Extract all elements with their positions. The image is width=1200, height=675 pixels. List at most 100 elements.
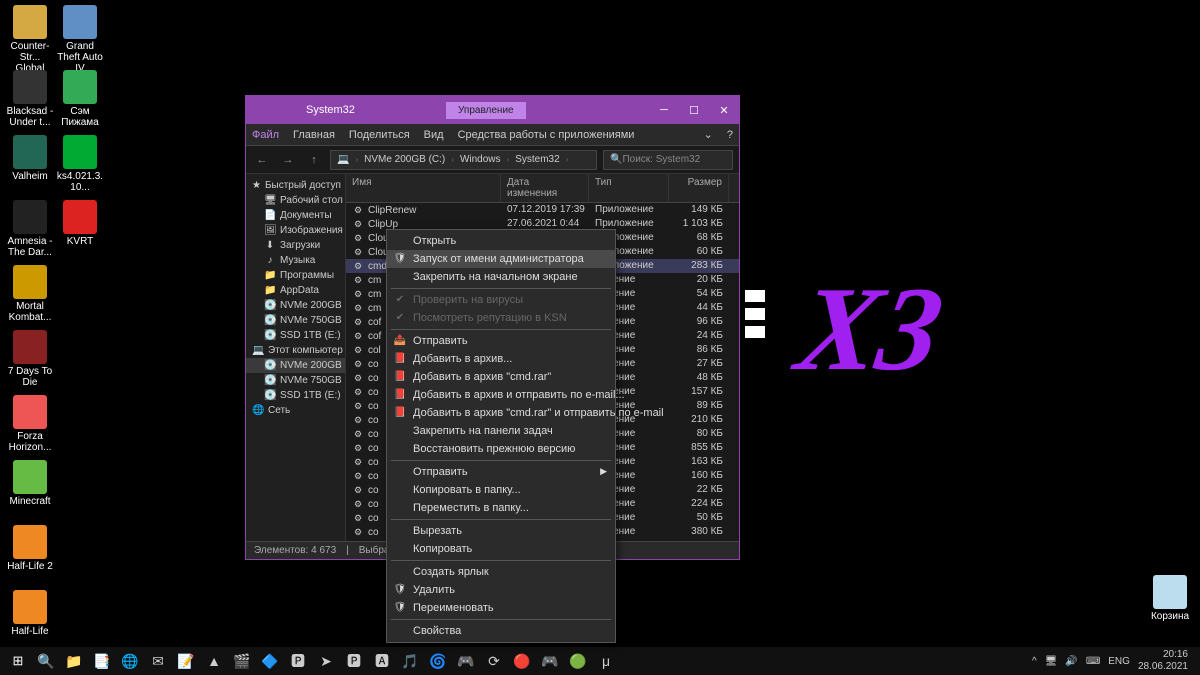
taskbar-item[interactable]: 🟢: [564, 647, 592, 675]
desktop-icon[interactable]: Forza Horizon...: [5, 395, 55, 453]
titlebar[interactable]: System32 Управление ─ ☐ ✕: [246, 96, 739, 124]
taskbar-item[interactable]: 🎬: [228, 647, 256, 675]
desktop-icon[interactable]: Blacksad - Under t...: [5, 70, 55, 128]
desktop-icon[interactable]: Сэм Пижама: [55, 70, 105, 128]
tray-sound-icon[interactable]: 🔊: [1065, 656, 1077, 667]
ribbon-share[interactable]: Поделиться: [349, 129, 410, 141]
col-type[interactable]: Тип: [589, 174, 669, 202]
context-menu-item[interactable]: 📕Добавить в архив и отправить по e-mail.…: [387, 386, 615, 404]
sidebar-item[interactable]: 📁Программы: [246, 268, 345, 283]
desktop-icon[interactable]: Grand Theft Auto IV: [55, 5, 105, 74]
taskbar-item[interactable]: ✉: [144, 647, 172, 675]
sidebar-item[interactable]: 💽NVMe 200GB (C:): [246, 358, 345, 373]
context-menu-item[interactable]: Копировать в папку...: [387, 481, 615, 499]
ribbon-expand-icon[interactable]: ⌄: [704, 128, 713, 141]
context-menu-item[interactable]: 📤Отправить: [387, 332, 615, 350]
context-menu-item[interactable]: Восстановить прежнюю версию: [387, 440, 615, 458]
taskbar-item[interactable]: ▲: [200, 647, 228, 675]
taskbar-item[interactable]: 🌐: [116, 647, 144, 675]
taskbar-item[interactable]: 📑: [88, 647, 116, 675]
nav-forward-icon[interactable]: →: [278, 150, 298, 170]
context-menu-item[interactable]: 📕Добавить в архив...: [387, 350, 615, 368]
taskbar-item[interactable]: 🔍: [32, 647, 60, 675]
taskbar-item[interactable]: ➤: [312, 647, 340, 675]
maximize-button[interactable]: ☐: [679, 96, 709, 124]
desktop-icon[interactable]: KVRT: [55, 200, 105, 247]
ribbon-help-icon[interactable]: ?: [727, 129, 733, 141]
context-menu-item[interactable]: Свойства: [387, 622, 615, 640]
tray-chevron-icon[interactable]: ^: [1032, 656, 1037, 667]
desktop-icon[interactable]: Mortal Kombat...: [5, 265, 55, 323]
ribbon-home[interactable]: Главная: [293, 129, 335, 141]
taskbar-item[interactable]: 🅰: [368, 647, 396, 675]
context-menu-item[interactable]: Переместить в папку...: [387, 499, 615, 517]
context-menu-item[interactable]: Открыть: [387, 232, 615, 250]
sidebar-item[interactable]: ♪Музыка: [246, 253, 345, 268]
context-menu-item[interactable]: 🛡Переименовать: [387, 599, 615, 617]
sidebar-item[interactable]: 💽NVMe 200GB (C: ✖: [246, 298, 345, 313]
breadcrumb[interactable]: 💻› NVMe 200GB (C:)› Windows› System32›: [330, 150, 597, 170]
context-menu-item[interactable]: 🛡Запуск от имени администратора: [387, 250, 615, 268]
context-menu-item[interactable]: Вырезать: [387, 522, 615, 540]
clock[interactable]: 20:16 28.06.2021: [1138, 649, 1188, 673]
desktop-icon[interactable]: Half-Life: [5, 590, 55, 637]
taskbar-item[interactable]: 🎵: [396, 647, 424, 675]
col-name[interactable]: Имя: [346, 174, 501, 202]
sidebar-item[interactable]: 📄Документы: [246, 208, 345, 223]
sidebar-item[interactable]: 📁AppData: [246, 283, 345, 298]
context-menu-item[interactable]: 📕Добавить в архив "cmd.rar": [387, 368, 615, 386]
taskbar-item[interactable]: 🅿: [340, 647, 368, 675]
sidebar-item[interactable]: ★Быстрый доступ: [246, 178, 345, 193]
taskbar-item[interactable]: 🅿: [284, 647, 312, 675]
sidebar-item[interactable]: 💽SSD 1TB (E:): [246, 388, 345, 403]
desktop-icon[interactable]: Valheim: [5, 135, 55, 182]
taskbar-item[interactable]: 🔴: [508, 647, 536, 675]
sidebar-item[interactable]: 💽NVMe 750GB (D: ✖: [246, 313, 345, 328]
context-menu-item[interactable]: 📕Добавить в архив "cmd.rar" и отправить …: [387, 404, 615, 422]
sidebar-item[interactable]: 💽NVMe 750GB (D:): [246, 373, 345, 388]
context-menu-item[interactable]: Отправить▶: [387, 463, 615, 481]
sidebar-item[interactable]: 🖼Изображения: [246, 223, 345, 238]
sidebar-item[interactable]: 💽SSD 1TB (E:): [246, 328, 345, 343]
col-date[interactable]: Дата изменения: [501, 174, 589, 202]
ribbon-view[interactable]: Вид: [424, 129, 444, 141]
tray-lang[interactable]: ENG: [1108, 656, 1130, 667]
nav-up-icon[interactable]: ↑: [304, 150, 324, 170]
nav-back-icon[interactable]: ←: [252, 150, 272, 170]
sidebar-item[interactable]: 🖥Рабочий стол: [246, 193, 345, 208]
search-input[interactable]: 🔍 Поиск: System32: [603, 150, 733, 170]
desktop-icon[interactable]: 7 Days To Die: [5, 330, 55, 388]
ribbon-file[interactable]: Файл: [252, 129, 279, 141]
desktop-icon[interactable]: Half-Life 2: [5, 525, 55, 572]
sidebar-item[interactable]: 💻Этот компьютер: [246, 343, 345, 358]
desktop-icon[interactable]: ks4.021.3.10...: [55, 135, 105, 193]
taskbar-item[interactable]: μ: [592, 647, 620, 675]
sidebar-item[interactable]: ⬇Загрузки: [246, 238, 345, 253]
context-menu-item[interactable]: Закрепить на панели задач: [387, 422, 615, 440]
breadcrumb-pc-icon[interactable]: 💻: [337, 154, 349, 165]
minimize-button[interactable]: ─: [649, 96, 679, 124]
start-button[interactable]: ⊞: [4, 647, 32, 675]
col-size[interactable]: Размер: [669, 174, 729, 202]
desktop-icon[interactable]: Amnesia - The Dar...: [5, 200, 55, 258]
manage-tab[interactable]: Управление: [446, 102, 526, 119]
sidebar-item[interactable]: 🌐Сеть: [246, 403, 345, 418]
taskbar-item[interactable]: 📝: [172, 647, 200, 675]
taskbar-item[interactable]: 🎮: [536, 647, 564, 675]
taskbar-item[interactable]: ⟳: [480, 647, 508, 675]
taskbar-item[interactable]: 📁: [60, 647, 88, 675]
taskbar-item[interactable]: 🌀: [424, 647, 452, 675]
taskbar-item[interactable]: 🎮: [452, 647, 480, 675]
desktop-icon[interactable]: Minecraft: [5, 460, 55, 507]
file-row[interactable]: ⚙ClipRenew07.12.2019 17:39Приложение149 …: [346, 203, 739, 217]
context-menu-item[interactable]: Копировать: [387, 540, 615, 558]
desktop-icon[interactable]: Корзина: [1145, 575, 1195, 622]
taskbar-item[interactable]: 🔷: [256, 647, 284, 675]
context-menu-item[interactable]: 🛡Удалить: [387, 581, 615, 599]
ribbon-tools[interactable]: Средства работы с приложениями: [458, 129, 635, 141]
context-menu-item[interactable]: Закрепить на начальном экране: [387, 268, 615, 286]
context-menu-item[interactable]: Создать ярлык: [387, 563, 615, 581]
tray-keyboard-icon[interactable]: ⌨: [1086, 656, 1100, 667]
close-button[interactable]: ✕: [709, 96, 739, 124]
tray-network-icon[interactable]: 🖥: [1045, 656, 1058, 667]
